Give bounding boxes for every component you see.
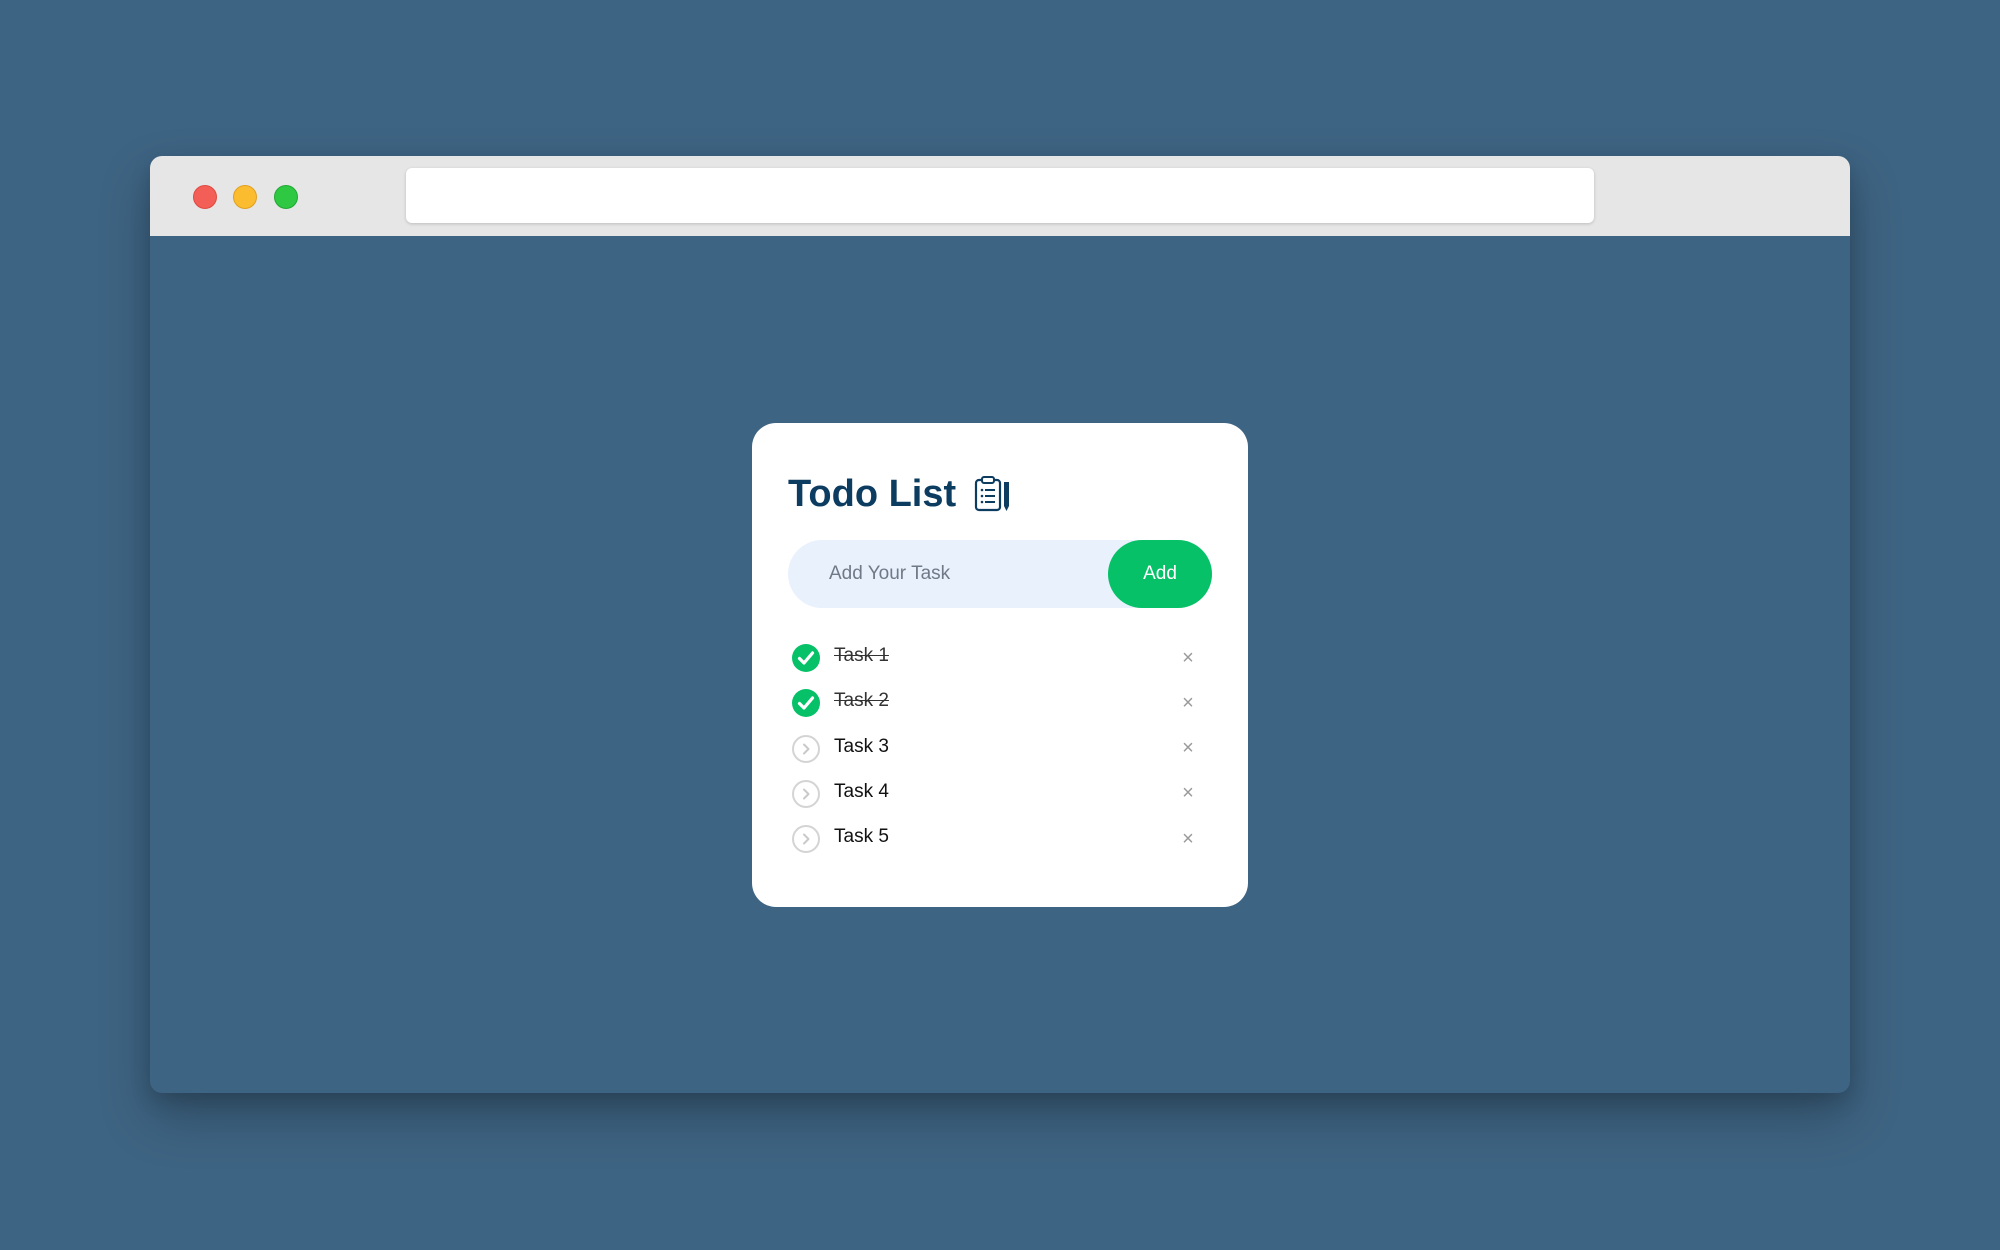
address-bar[interactable] xyxy=(406,168,1594,223)
task-list: Task 1 × Task 2 × Task 3 × Task 4 × Task 5 × xyxy=(788,636,1212,862)
clipboard-icon xyxy=(972,474,1012,514)
window-titlebar xyxy=(150,156,1850,236)
task-item[interactable]: Task 3 × xyxy=(788,727,1212,772)
task-label: Task 1 xyxy=(834,645,889,666)
task-label: Task 5 xyxy=(834,826,889,848)
minimize-window-button[interactable] xyxy=(233,185,257,209)
todo-card: Todo List Add Task 1×Tas xyxy=(752,423,1248,907)
unchecked-circle-icon[interactable] xyxy=(792,779,820,808)
todo-header: Todo List xyxy=(788,469,1012,519)
close-window-button[interactable] xyxy=(193,185,217,209)
task-item[interactable]: Task 5 × xyxy=(788,817,1212,862)
unchecked-circle-icon[interactable] xyxy=(792,734,820,763)
delete-task-icon[interactable]: × xyxy=(1176,737,1200,761)
task-label: Task 2 xyxy=(834,690,889,712)
delete-task-icon[interactable]: × xyxy=(1176,646,1200,670)
task-item[interactable]: Task 2 × xyxy=(788,681,1212,726)
checked-circle-icon[interactable] xyxy=(792,689,820,718)
page-title: Todo List xyxy=(788,472,957,515)
delete-task-icon[interactable]: × xyxy=(1176,782,1200,806)
checked-circle-icon[interactable] xyxy=(792,644,820,672)
maximize-window-button[interactable] xyxy=(274,185,298,209)
task-label: Task 4 xyxy=(834,780,889,802)
add-button[interactable]: Add xyxy=(1108,540,1212,608)
browser-window: Todo List Add Task 1×Tas xyxy=(150,156,1850,1093)
task-item[interactable]: Task 4 × xyxy=(788,772,1212,817)
add-task-form: Add xyxy=(788,540,1212,608)
task-label: Task 3 xyxy=(834,735,889,757)
task-item[interactable]: Task 1 × xyxy=(788,636,1212,681)
task-input[interactable] xyxy=(788,540,1098,608)
unchecked-circle-icon[interactable] xyxy=(792,825,820,854)
delete-task-icon[interactable]: × xyxy=(1176,827,1200,851)
delete-task-icon[interactable]: × xyxy=(1176,691,1200,715)
